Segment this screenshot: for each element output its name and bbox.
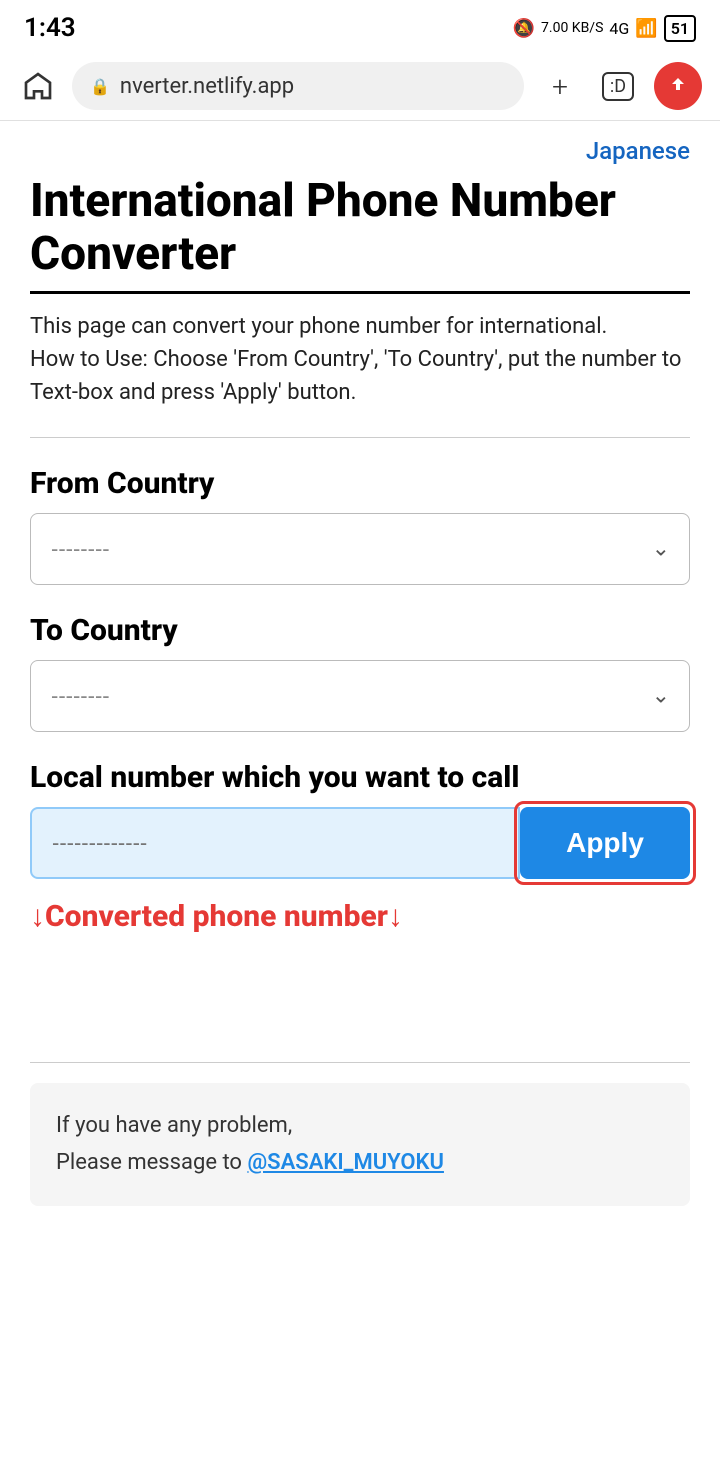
lock-icon: 🔒 (90, 77, 110, 96)
upload-button[interactable] (654, 62, 702, 110)
to-country-select[interactable]: -------- (30, 660, 690, 732)
new-tab-button[interactable]: + (538, 64, 582, 108)
local-number-label: Local number which you want to call (30, 760, 690, 795)
footer-line1: If you have any problem, (56, 1113, 292, 1138)
bottom-divider (30, 1062, 690, 1063)
footer-box: If you have any problem, Please message … (30, 1083, 690, 1206)
from-country-label: From Country (30, 466, 690, 501)
status-time: 1:43 (24, 13, 76, 43)
status-bar: 1:43 🔕 7.00 KB/S 4G 📶 51 (0, 0, 720, 52)
battery-indicator: 51 (664, 15, 696, 42)
page-description: This page can convert your phone number … (30, 310, 690, 409)
to-country-wrapper: -------- ⌄ (30, 660, 690, 732)
local-number-row: Apply (30, 807, 690, 879)
apply-button[interactable]: Apply (520, 807, 690, 879)
converted-label: ↓Converted phone number↓ (30, 899, 690, 934)
url-text: nverter.netlify.app (120, 74, 294, 99)
language-link[interactable]: Japanese (30, 137, 690, 165)
from-country-select[interactable]: -------- (30, 513, 690, 585)
tab-icon: :D (602, 72, 634, 101)
url-bar[interactable]: 🔒 nverter.netlify.app (72, 62, 524, 110)
home-button[interactable] (18, 66, 58, 106)
description-line1: This page can convert your phone number … (30, 314, 607, 339)
footer-link[interactable]: @SASAKI_MUYOKU (247, 1150, 444, 1175)
page-content: Japanese International Phone Number Conv… (0, 121, 720, 1236)
from-country-wrapper: -------- ⌄ (30, 513, 690, 585)
local-number-input[interactable] (30, 807, 520, 879)
network-icon: 4G (609, 19, 629, 38)
section-divider-1 (30, 437, 690, 438)
signal-icon: 📶 (635, 18, 657, 39)
footer-line2: Please message to (56, 1150, 247, 1175)
plus-icon: + (552, 70, 568, 103)
to-country-label: To Country (30, 613, 690, 648)
status-icons: 🔕 7.00 KB/S 4G 📶 51 (513, 15, 696, 42)
mute-icon: 🔕 (513, 18, 535, 39)
title-divider (30, 291, 690, 294)
browser-bar: 🔒 nverter.netlify.app + :D (0, 52, 720, 121)
apply-button-wrapper: Apply (520, 807, 690, 879)
tab-switcher-button[interactable]: :D (596, 64, 640, 108)
result-area (30, 954, 690, 1034)
page-title: International Phone Number Converter (30, 175, 690, 281)
description-line2: How to Use: Choose 'From Country', 'To C… (30, 347, 681, 405)
data-rate: 7.00 KB/S (541, 20, 603, 37)
